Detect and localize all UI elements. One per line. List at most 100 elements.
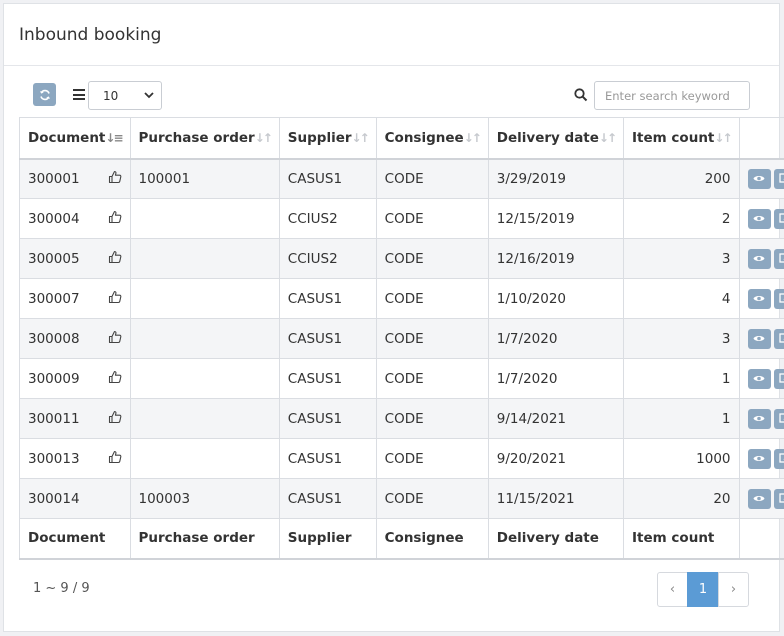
- eye-icon: [753, 331, 765, 347]
- consignee-cell: CODE: [375, 278, 489, 319]
- delivery-date-cell: 1/10/2020: [487, 278, 625, 319]
- column-header-delivery-date[interactable]: Delivery date ↓↑: [487, 117, 625, 160]
- refresh-button[interactable]: [33, 83, 56, 106]
- edit-icon: [779, 451, 784, 467]
- purchase-order-cell: 100003: [129, 478, 280, 519]
- item-count-cell: 2: [623, 198, 740, 239]
- purchase-order-cell: [129, 278, 280, 319]
- edit-button[interactable]: [773, 248, 784, 269]
- table-row[interactable]: 300001 100001 CASUS1 CODE 3/29/2019 200: [19, 158, 784, 199]
- consignee-cell: CODE: [375, 358, 489, 399]
- page-size-select[interactable]: 10: [88, 81, 162, 110]
- view-button[interactable]: [747, 488, 771, 509]
- consignee-cell: CODE: [375, 238, 489, 279]
- chevron-down-icon: [144, 92, 154, 99]
- pagination-info: 1 ~ 9 / 9: [33, 581, 90, 596]
- edit-icon: [779, 171, 784, 187]
- delivery-date-cell: 9/14/2021: [487, 398, 625, 439]
- refresh-icon: [39, 89, 50, 100]
- supplier-cell: CASUS1: [278, 398, 377, 439]
- sort-icon: ↓↑: [254, 130, 273, 145]
- footer-delivery-date: Delivery date: [487, 518, 625, 560]
- purchase-order-cell: [129, 358, 280, 399]
- edit-button[interactable]: [773, 488, 784, 509]
- thumbs-up-icon[interactable]: [108, 290, 122, 308]
- supplier-cell: CASUS1: [278, 158, 377, 199]
- column-header-purchase-order[interactable]: Purchase order ↓↑: [129, 117, 280, 160]
- table-row[interactable]: 300004 CCIUS2 CODE 12/15/2019 2: [19, 198, 784, 239]
- page-1-button[interactable]: 1: [687, 572, 719, 607]
- search-input[interactable]: Enter search keyword: [594, 81, 750, 110]
- prev-page-button[interactable]: ‹: [657, 572, 688, 607]
- purchase-order-cell: [129, 438, 280, 479]
- consignee-cell: CODE: [375, 318, 489, 359]
- thumbs-up-icon[interactable]: [108, 450, 122, 468]
- thumbs-up-icon[interactable]: [108, 250, 122, 268]
- edit-button[interactable]: [773, 288, 784, 309]
- sort-icon: ↓↑: [598, 130, 617, 145]
- actions-cell: [738, 478, 784, 519]
- footer-consignee: Consignee: [375, 518, 489, 560]
- footer-item-count: Item count: [623, 518, 740, 560]
- edit-icon: [779, 331, 784, 347]
- supplier-cell: CASUS1: [278, 438, 377, 479]
- column-header-item-count[interactable]: Item count ↓↑: [623, 117, 740, 160]
- page-title: Inbound booking: [19, 24, 162, 45]
- search-placeholder: Enter search keyword: [605, 88, 730, 103]
- actions-cell: [738, 158, 784, 199]
- next-page-button[interactable]: ›: [718, 572, 749, 607]
- view-button[interactable]: [747, 208, 771, 229]
- table-row[interactable]: 300005 CCIUS2 CODE 12/16/2019 3: [19, 238, 784, 279]
- table-row[interactable]: 300013 CASUS1 CODE 9/20/2021 1000: [19, 438, 784, 479]
- actions-cell: [738, 358, 784, 399]
- table-row[interactable]: 300014 100003 CASUS1 CODE 11/15/2021 20: [19, 478, 784, 519]
- thumbs-up-icon[interactable]: [108, 210, 122, 228]
- item-count-cell: 1000: [623, 438, 740, 479]
- item-count-cell: 20: [623, 478, 740, 519]
- footer-purchase-order: Purchase order: [129, 518, 280, 560]
- view-button[interactable]: [747, 248, 771, 269]
- consignee-cell: CODE: [375, 158, 489, 199]
- table-body: 300001 100001 CASUS1 CODE 3/29/2019 200 300004…: [19, 158, 784, 519]
- column-header-document[interactable]: Document ↓≡: [19, 117, 131, 160]
- delivery-date-cell: 12/16/2019: [487, 238, 625, 279]
- table-toolbar: 10 Enter search keyword: [4, 66, 779, 118]
- table-row[interactable]: 300008 CASUS1 CODE 1/7/2020 3: [19, 318, 784, 359]
- view-button[interactable]: [747, 408, 771, 429]
- thumbs-up-icon[interactable]: [108, 370, 122, 388]
- document-cell: 300009: [19, 358, 131, 399]
- supplier-cell: CASUS1: [278, 278, 377, 319]
- column-header-consignee[interactable]: Consignee ↓↑: [375, 117, 489, 160]
- edit-button[interactable]: [773, 408, 784, 429]
- edit-button[interactable]: [773, 208, 784, 229]
- sort-icon: ↓↑: [351, 130, 370, 145]
- document-cell: 300005: [19, 238, 131, 279]
- table-row[interactable]: 300009 CASUS1 CODE 1/7/2020 1: [19, 358, 784, 399]
- actions-cell: [738, 238, 784, 279]
- delivery-date-cell: 9/20/2021: [487, 438, 625, 479]
- edit-button[interactable]: [773, 448, 784, 469]
- footer-actions: [738, 518, 784, 560]
- sort-icon: ↓↑: [463, 130, 482, 145]
- eye-icon: [753, 251, 765, 267]
- view-button[interactable]: [747, 368, 771, 389]
- edit-button[interactable]: [773, 328, 784, 349]
- view-button[interactable]: [747, 168, 771, 189]
- view-button[interactable]: [747, 288, 771, 309]
- document-cell: 300014: [19, 478, 131, 519]
- eye-icon: [753, 291, 765, 307]
- column-header-supplier[interactable]: Supplier ↓↑: [278, 117, 377, 160]
- edit-button[interactable]: [773, 168, 784, 189]
- thumbs-up-icon[interactable]: [108, 410, 122, 428]
- supplier-cell: CASUS1: [278, 318, 377, 359]
- view-button[interactable]: [747, 448, 771, 469]
- thumbs-up-icon[interactable]: [108, 170, 122, 188]
- thumbs-up-icon[interactable]: [108, 330, 122, 348]
- eye-icon: [753, 211, 765, 227]
- view-button[interactable]: [747, 328, 771, 349]
- sort-icon: ↓↑: [714, 130, 732, 145]
- table-row[interactable]: 300011 CASUS1 CODE 9/14/2021 1: [19, 398, 784, 439]
- edit-button[interactable]: [773, 368, 784, 389]
- table-row[interactable]: 300007 CASUS1 CODE 1/10/2020 4: [19, 278, 784, 319]
- footer-supplier: Supplier: [278, 518, 377, 560]
